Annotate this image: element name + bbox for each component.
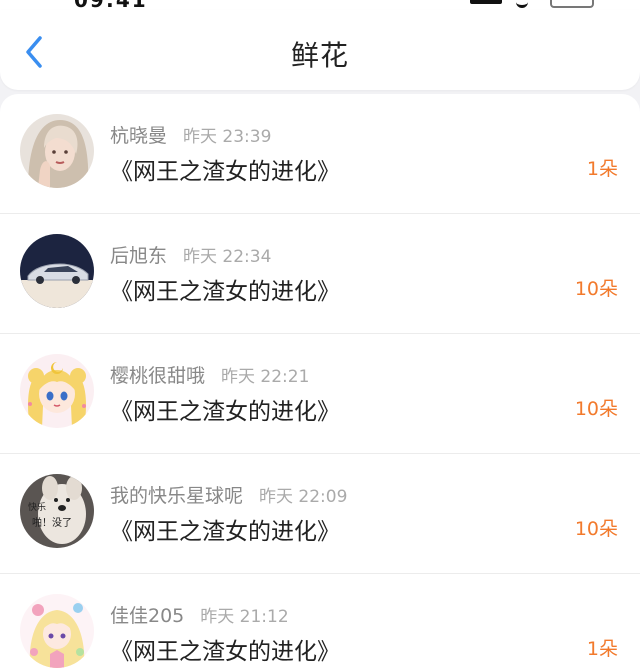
battery-icon xyxy=(550,0,594,8)
username[interactable]: 佳佳205 xyxy=(110,605,184,627)
avatar-car-photo[interactable] xyxy=(20,234,94,308)
avatar-sailor-moon[interactable] xyxy=(20,354,94,428)
flower-count: 1朵 xyxy=(586,638,618,660)
username[interactable]: 后旭东 xyxy=(110,245,167,267)
timestamp: 昨天 22:21 xyxy=(221,367,310,387)
timestamp: 昨天 22:09 xyxy=(259,487,348,507)
record-meta: 后旭东 昨天 22:34 xyxy=(110,241,271,268)
signal-icon xyxy=(470,0,502,4)
record-meta: 我的快乐星球呢 昨天 22:09 xyxy=(110,481,347,508)
username[interactable]: 杭晓曼 xyxy=(110,125,167,147)
avatar-anime-girl[interactable] xyxy=(20,594,94,668)
status-time: 09:41 xyxy=(74,0,148,10)
timestamp: 昨天 21:12 xyxy=(200,607,289,627)
record-meta: 杭晓曼 昨天 23:39 xyxy=(110,121,271,148)
flower-count: 10朵 xyxy=(574,278,618,300)
page-title: 鲜花 xyxy=(290,39,349,72)
status-bar: 09:41 xyxy=(0,0,640,10)
book-title[interactable]: 《网王之渣女的进化》 xyxy=(110,632,340,666)
wifi-icon xyxy=(516,0,528,8)
avatar-caption: 快乐 xyxy=(28,501,46,513)
record-meta: 佳佳205 昨天 21:12 xyxy=(110,601,289,628)
list-item[interactable]: 杭晓曼 昨天 23:39 《网王之渣女的进化》 1朵 xyxy=(0,94,640,214)
timestamp: 昨天 23:39 xyxy=(183,127,272,147)
avatar-woman-photo[interactable] xyxy=(20,114,94,188)
record-meta: 樱桃很甜哦 昨天 22:21 xyxy=(110,361,309,388)
list-item[interactable]: 快乐 啪！没了 我的快乐星球呢 昨天 22:09 《网王之渣女的进化》 10朵 xyxy=(0,454,640,574)
nav-header: 鲜花 xyxy=(0,10,640,90)
book-title[interactable]: 《网王之渣女的进化》 xyxy=(110,512,340,546)
list-item[interactable]: 佳佳205 昨天 21:12 《网王之渣女的进化》 1朵 xyxy=(0,574,640,670)
avatar-caption: 啪！没了 xyxy=(32,516,72,529)
username[interactable]: 我的快乐星球呢 xyxy=(110,485,243,507)
flower-count: 1朵 xyxy=(586,158,618,180)
book-title[interactable]: 《网王之渣女的进化》 xyxy=(110,152,340,186)
list-item[interactable]: 樱桃很甜哦 昨天 22:21 《网王之渣女的进化》 10朵 xyxy=(0,334,640,454)
avatar-dog-meme[interactable]: 快乐 啪！没了 xyxy=(20,474,94,548)
book-title[interactable]: 《网王之渣女的进化》 xyxy=(110,272,340,306)
username[interactable]: 樱桃很甜哦 xyxy=(110,365,205,387)
flower-count: 10朵 xyxy=(574,518,618,540)
flower-count: 10朵 xyxy=(574,398,618,420)
flower-record-list[interactable]: 杭晓曼 昨天 23:39 《网王之渣女的进化》 1朵 后旭东 昨天 22:34 《网… xyxy=(0,94,640,670)
book-title[interactable]: 《网王之渣女的进化》 xyxy=(110,392,340,426)
list-item[interactable]: 后旭东 昨天 22:34 《网王之渣女的进化》 10朵 xyxy=(0,214,640,334)
timestamp: 昨天 22:34 xyxy=(183,247,272,267)
